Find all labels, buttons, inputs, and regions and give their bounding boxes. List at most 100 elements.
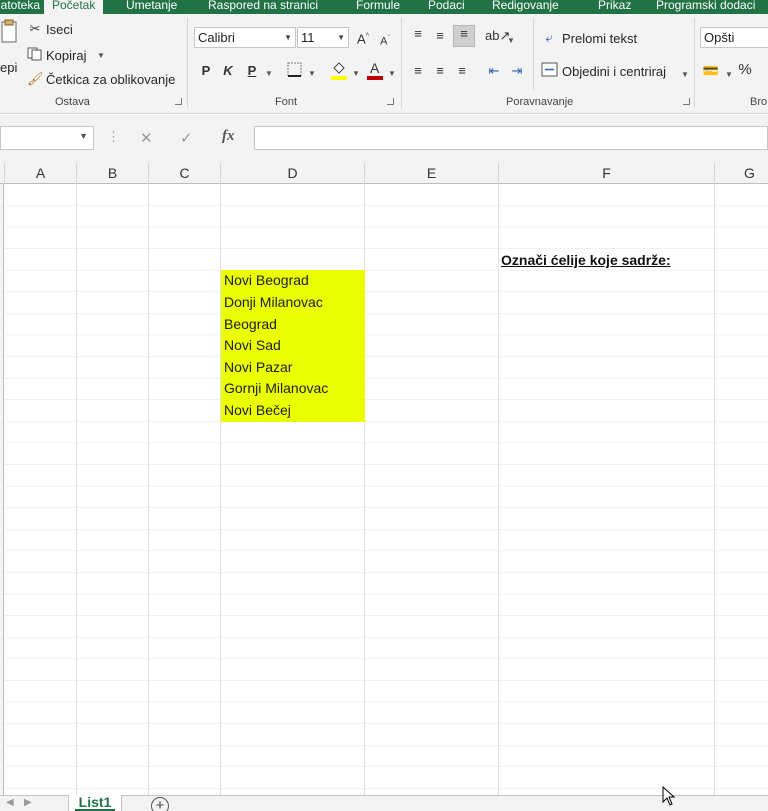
font-size-value: 11 (301, 30, 315, 45)
gridline (714, 184, 715, 795)
name-box[interactable]: ▼ (0, 126, 94, 150)
enter-icon[interactable]: ✓ (180, 129, 193, 147)
more-options-icon[interactable]: ⋮ (107, 129, 120, 145)
merge-dropdown-icon[interactable]: ▼ (681, 67, 689, 83)
tab-insert[interactable]: Umetanje (126, 0, 177, 14)
cell-f-label[interactable]: Označi ćelije koje sadrže: (501, 252, 671, 268)
underline-dropdown-icon[interactable]: ▼ (265, 66, 273, 82)
font-size-combo[interactable]: 11 ▼ (297, 27, 349, 48)
wrap-text-button[interactable]: Prelomi tekst (562, 31, 637, 46)
sheet-nav-right-icon[interactable]: ▶ (24, 797, 32, 808)
borders-dropdown-icon[interactable]: ▼ (308, 66, 316, 82)
orientation-dropdown-icon[interactable]: ▼ (507, 33, 515, 49)
group-separator (401, 18, 402, 108)
group-separator (187, 18, 188, 108)
alignment-launcher-icon[interactable] (683, 98, 690, 105)
clipboard-launcher-icon[interactable] (175, 98, 182, 105)
clipboard-group-label: Ostava (55, 96, 90, 108)
tab-formulas[interactable]: Formule (356, 0, 400, 14)
tab-home[interactable]: Početak (44, 0, 104, 14)
tab-view[interactable]: Prikaz (598, 0, 631, 14)
number-format-combo[interactable]: Opšti (700, 27, 768, 48)
font-color-dropdown-icon[interactable]: ▼ (388, 66, 396, 82)
sheet-tab-list1[interactable]: List1 (68, 795, 122, 811)
align-bottom-icon[interactable]: ≡ (453, 25, 475, 47)
increase-font-icon[interactable]: A^ (356, 29, 370, 47)
tab-file[interactable]: Datoteka (0, 0, 40, 14)
cell-city[interactable]: Novi Beograd (221, 270, 365, 292)
font-color-icon[interactable]: A (366, 59, 384, 81)
number-group-label: Bro (750, 96, 768, 108)
italic-button[interactable]: K (221, 63, 235, 79)
cell-city[interactable]: Novi Bečej (221, 400, 365, 422)
svg-text:A: A (370, 60, 380, 76)
sheet-nav-left-icon[interactable]: ◀ (6, 797, 14, 808)
cell-city[interactable]: Novi Sad (221, 335, 365, 357)
column-header-b[interactable]: B (77, 163, 149, 184)
currency-dropdown-icon[interactable]: ▼ (725, 67, 733, 83)
font-family-value: Calibri (198, 30, 235, 45)
column-headers: A B C D E F G (0, 163, 768, 184)
borders-icon[interactable] (285, 62, 303, 81)
orientation-icon[interactable]: ab↗ (485, 28, 510, 44)
paste-label[interactable]: epi (0, 60, 17, 75)
bold-button[interactable]: P (199, 63, 213, 79)
copy-button[interactable]: Kopiraj (46, 48, 86, 63)
cell-city[interactable]: Gornji Milanovac (221, 378, 365, 400)
cut-button[interactable]: Iseci (46, 22, 73, 37)
row-headers[interactable] (0, 184, 4, 795)
mouse-pointer-icon (662, 785, 676, 811)
underline-button[interactable]: P (245, 63, 259, 79)
cell-city[interactable]: Novi Pazar (221, 356, 365, 379)
number-format-value: Opšti (704, 30, 735, 45)
cancel-icon[interactable]: ✕ (140, 129, 153, 147)
fill-color-icon[interactable] (330, 59, 348, 81)
column-header-a[interactable]: A (5, 163, 77, 184)
currency-icon[interactable]: 💳 (702, 63, 720, 79)
column-header-c[interactable]: C (149, 163, 221, 184)
column-header-g[interactable]: G (715, 163, 768, 184)
paste-icon[interactable] (0, 18, 18, 54)
copy-dropdown-icon[interactable]: ▼ (96, 48, 106, 64)
align-middle-icon[interactable]: ≡ (431, 28, 449, 44)
cell-city[interactable]: Beograd (221, 313, 365, 336)
merge-center-icon[interactable] (540, 62, 558, 81)
formula-input[interactable] (254, 126, 768, 150)
tab-developer[interactable]: Programski dodaci (656, 0, 755, 14)
chevron-down-icon: ▼ (284, 33, 292, 42)
fill-color-dropdown-icon[interactable]: ▼ (352, 66, 360, 82)
wrap-text-icon[interactable]: ⤶ (540, 30, 558, 46)
worksheet-grid[interactable]: Novi Beograd Donji Milanovac Beograd Nov… (0, 184, 768, 795)
align-left-icon[interactable]: ≡ (409, 63, 427, 79)
font-family-combo[interactable]: Calibri ▼ (194, 27, 296, 48)
decrease-font-icon[interactable]: Aˇ (378, 31, 392, 50)
gridline (76, 184, 77, 795)
align-right-icon[interactable]: ≡ (453, 63, 471, 79)
chevron-down-icon: ▼ (79, 131, 88, 141)
decrease-indent-icon[interactable]: ⇤ (485, 63, 503, 79)
format-painter-button[interactable]: Četkica za oblikovanje (46, 72, 175, 87)
align-top-icon[interactable]: ≡ (409, 26, 427, 42)
gridline (498, 184, 499, 795)
format-painter-icon[interactable]: 🖌 (27, 71, 44, 87)
sheet-tab-bar: ◀ ▶ List1 + (0, 795, 768, 811)
align-center-icon[interactable]: ≡ (431, 63, 449, 79)
percent-button[interactable]: % (737, 62, 753, 78)
tab-data[interactable]: Podaci (428, 0, 465, 14)
column-header-d[interactable]: D (221, 163, 365, 184)
tab-review[interactable]: Redigovanje (492, 0, 559, 14)
ribbon: epi ✂ Iseci Kopiraj ▼ 🖌 Četkica za oblik… (0, 14, 768, 114)
font-launcher-icon[interactable] (387, 98, 394, 105)
scissors-icon[interactable]: ✂ (27, 21, 43, 37)
chevron-down-icon: ▼ (337, 33, 345, 42)
increase-indent-icon[interactable]: ⇥ (508, 63, 526, 79)
merge-center-button[interactable]: Objedini i centriraj (562, 64, 666, 79)
formula-bar: ▼ ⋮ ✕ ✓ fx (0, 115, 768, 163)
copy-icon[interactable] (26, 47, 44, 65)
cell-city[interactable]: Donji Milanovac (221, 292, 365, 314)
tab-page-layout[interactable]: Raspored na stranici (208, 0, 318, 14)
column-header-e[interactable]: E (365, 163, 499, 184)
column-header-f[interactable]: F (499, 163, 715, 184)
insert-function-icon[interactable]: fx (222, 128, 235, 145)
add-sheet-icon[interactable]: + (151, 797, 169, 811)
